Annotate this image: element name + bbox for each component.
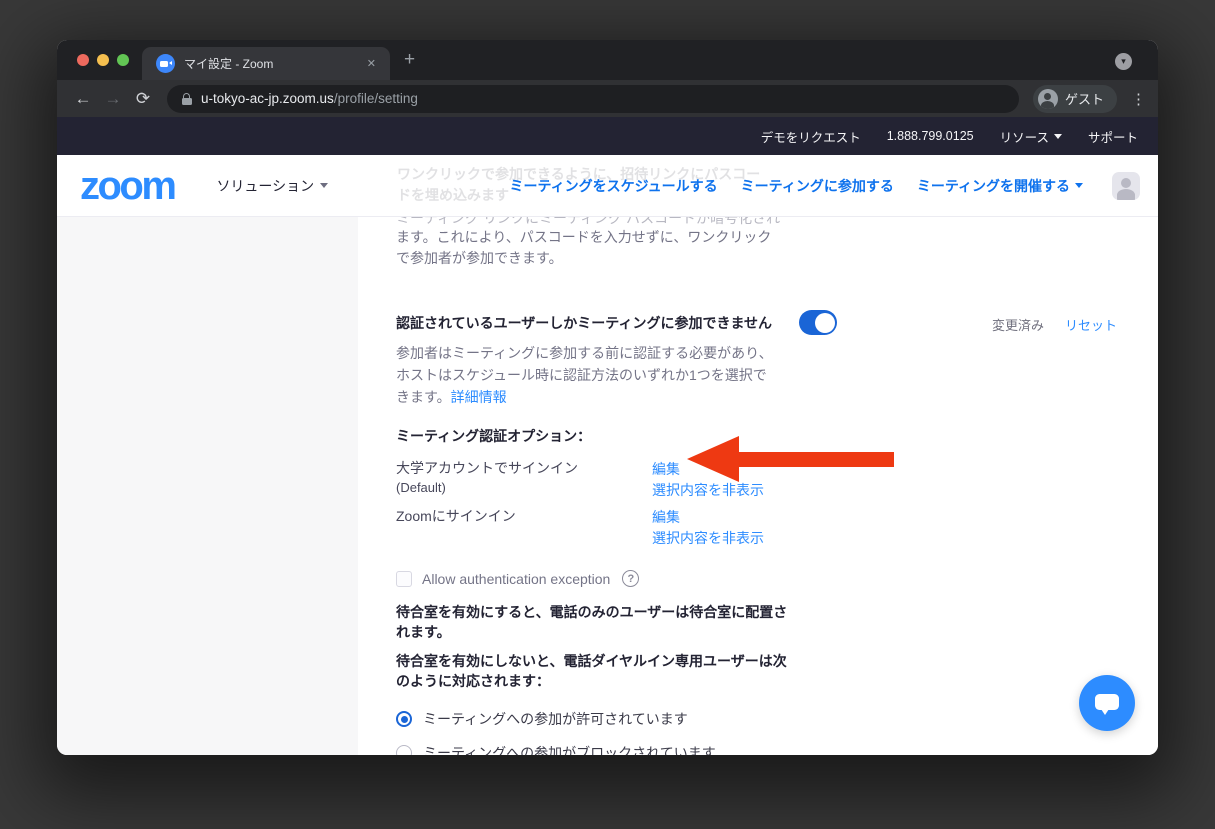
- setting-description-continued: ます。これにより、パスコードを入力せずに、ワンクリックで参加者が参加できます。: [396, 227, 781, 269]
- default-note: (Default): [396, 478, 652, 497]
- clipped-text-line: ミーティング リンクにミーティング パスコードが暗号化され: [396, 217, 780, 228]
- radio-allow-join[interactable]: [396, 711, 412, 727]
- auth-setting-description: 参加者はミーティングに参加する前に認証する必要があり、ホストはスケジュール時に認…: [396, 342, 774, 408]
- auth-setting-toggle[interactable]: [799, 310, 837, 335]
- auth-option-actions: 編集 選択内容を非表示: [652, 507, 764, 548]
- radio-option-row: ミーティングへの参加が許可されています: [396, 709, 1158, 729]
- solutions-menu[interactable]: ソリューション: [216, 176, 328, 196]
- auth-option-name: Zoomにサインイン: [396, 507, 652, 548]
- auth-exception-label: Allow authentication exception: [422, 571, 610, 587]
- edit-link[interactable]: 編集: [652, 507, 764, 527]
- tab-title: マイ設定 - Zoom: [184, 55, 354, 72]
- lock-icon: [181, 93, 192, 105]
- modified-badge: 変更済み: [992, 315, 1044, 334]
- browser-window: マイ設定 - Zoom ✕ + ▾ ← → ⟳ u-tokyo-ac-jp.zo…: [57, 40, 1158, 755]
- zoom-topbar: デモをリクエスト 1.888.799.0125 リソース サポート: [57, 117, 1158, 155]
- auth-option-row: Zoomにサインイン 編集 選択内容を非表示: [396, 507, 1158, 548]
- browser-menu-button[interactable]: ⋮: [1131, 90, 1146, 108]
- radio-option-row: ミーティングへの参加がブロックされています: [396, 743, 1158, 755]
- chat-bubble-icon: [1095, 694, 1119, 710]
- minimize-window-button[interactable]: [97, 54, 109, 66]
- help-icon[interactable]: ?: [622, 570, 639, 587]
- auth-exception-checkbox[interactable]: [396, 571, 412, 587]
- tab-strip: マイ設定 - Zoom ✕ + ▾: [57, 40, 1158, 80]
- nav-host-meeting-link[interactable]: ミーティングを開催する: [917, 176, 1083, 196]
- hide-selection-link[interactable]: 選択内容を非表示: [652, 480, 764, 500]
- browser-tab[interactable]: マイ設定 - Zoom ✕: [142, 47, 390, 80]
- profile-chip[interactable]: ゲスト: [1033, 85, 1117, 113]
- settings-content: ミーティング リンクにミーティング パスコードが暗号化され ます。これにより、パ…: [358, 217, 1158, 755]
- guest-label: ゲスト: [1065, 89, 1104, 108]
- learn-more-link[interactable]: 詳細情報: [451, 389, 507, 405]
- window-controls: [77, 54, 129, 66]
- guest-avatar-icon: [1038, 89, 1058, 109]
- forward-button[interactable]: →: [101, 89, 125, 109]
- red-arrow-annotation: [687, 436, 894, 482]
- chevron-down-icon: [1075, 183, 1083, 188]
- hide-selection-link[interactable]: 選択内容を非表示: [652, 528, 764, 548]
- radio-block-join[interactable]: [396, 745, 412, 755]
- chat-support-button[interactable]: [1079, 675, 1135, 731]
- waiting-room-note-1: 待合室を有効にすると、電話のみのユーザーは待合室に配置されます。: [396, 602, 798, 642]
- address-bar[interactable]: u-tokyo-ac-jp.zoom.us/profile/setting: [167, 85, 1019, 113]
- account-avatar[interactable]: [1112, 172, 1140, 200]
- back-button[interactable]: ←: [71, 89, 95, 109]
- main-area: ミーティング リンクにミーティング パスコードが暗号化され ます。これにより、パ…: [57, 217, 1158, 755]
- auth-setting-title: 認証されているユーザーしかミーティングに参加できません: [396, 315, 772, 331]
- url-text: u-tokyo-ac-jp.zoom.us/profile/setting: [201, 91, 418, 106]
- zoom-logo[interactable]: zoom: [80, 166, 174, 206]
- tab-search-button[interactable]: ▾: [1115, 53, 1132, 70]
- topbar-resources-link[interactable]: リソース: [1000, 127, 1062, 146]
- close-window-button[interactable]: [77, 54, 89, 66]
- chevron-down-icon: [1054, 134, 1062, 139]
- nav-schedule-meeting-link[interactable]: ミーティングをスケジュールする: [509, 176, 717, 196]
- new-tab-button[interactable]: +: [404, 50, 415, 69]
- auth-exception-row: Allow authentication exception ?: [396, 570, 1158, 587]
- topbar-request-demo-link[interactable]: デモをリクエスト: [761, 127, 861, 146]
- reset-link[interactable]: リセット: [1065, 315, 1117, 334]
- nav-join-meeting-link[interactable]: ミーティングに参加する: [741, 176, 894, 196]
- topbar-phone-link[interactable]: 1.888.799.0125: [887, 129, 974, 143]
- fullscreen-window-button[interactable]: [117, 54, 129, 66]
- zoom-site-header: ワンクリックで参加できるように、招待リンクにパスコー ドを埋め込みます zoom…: [57, 155, 1158, 217]
- tab-close-icon[interactable]: ✕: [363, 55, 380, 72]
- topbar-support-link[interactable]: サポート: [1088, 127, 1138, 146]
- settings-sidebar: [57, 217, 358, 755]
- chevron-down-icon: [320, 183, 328, 188]
- zoom-favicon-icon: [156, 54, 175, 73]
- waiting-room-note-2: 待合室を有効にしないと、電話ダイヤルイン専用ユーザーは次のように対応されます：: [396, 651, 798, 691]
- site-nav: ミーティングをスケジュールする ミーティングに参加する ミーティングを開催する: [509, 172, 1140, 200]
- reload-button[interactable]: ⟳: [131, 89, 155, 109]
- auth-option-name: 大学アカウントでサインイン (Default): [396, 459, 652, 500]
- auth-setting-row: 認証されているユーザーしかミーティングに参加できません 変更済み リセット: [396, 313, 1158, 335]
- browser-toolbar: ← → ⟳ u-tokyo-ac-jp.zoom.us/profile/sett…: [57, 80, 1158, 117]
